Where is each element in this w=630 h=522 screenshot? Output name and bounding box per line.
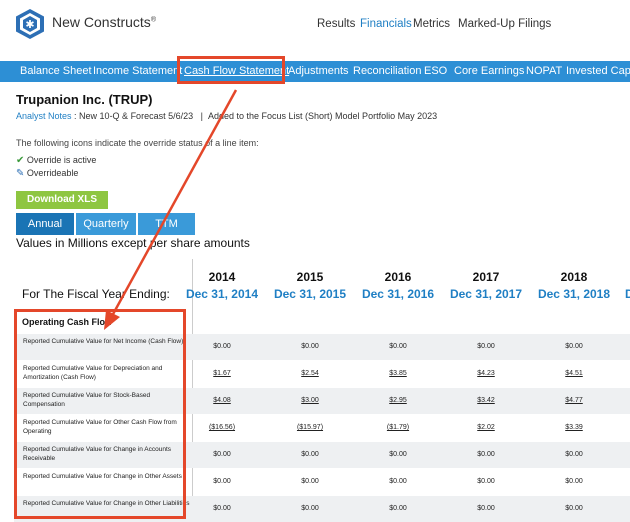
annotation-arrow bbox=[104, 89, 238, 330]
